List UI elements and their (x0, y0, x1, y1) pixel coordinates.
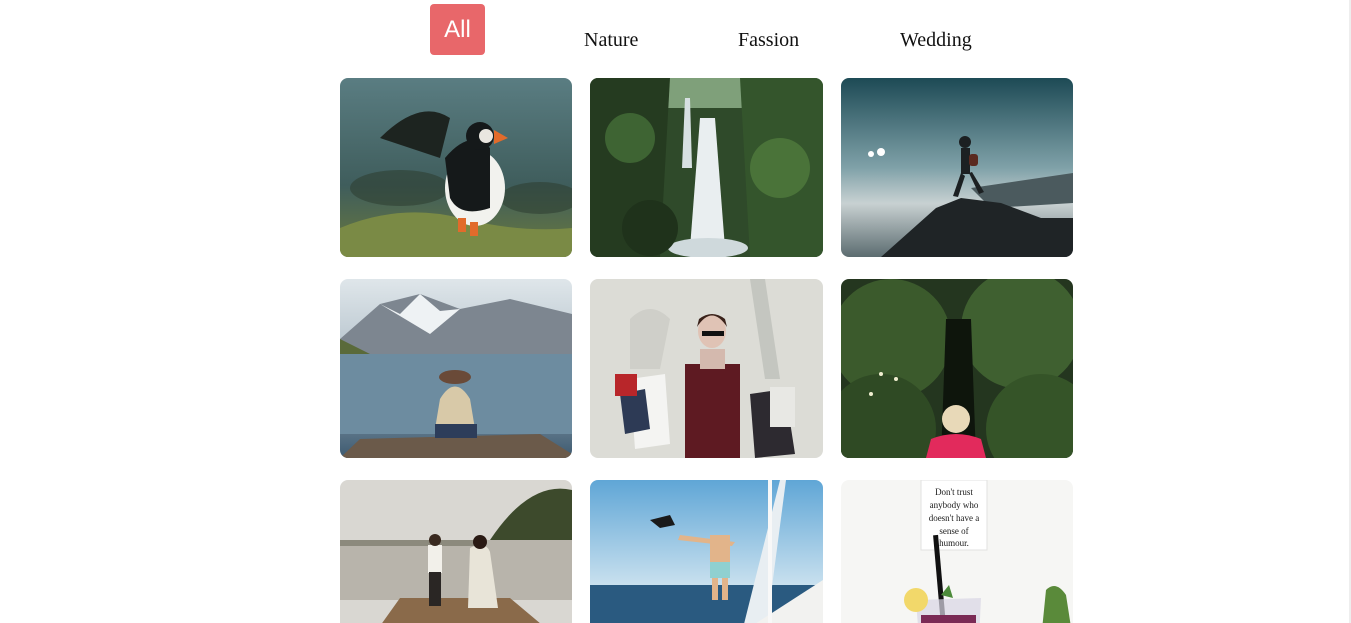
svg-text:sense of: sense of (939, 526, 968, 536)
gallery-image-waterfall[interactable] (590, 78, 823, 257)
svg-text:doesn't have a: doesn't have a (929, 513, 980, 523)
gallery-image-drink-and-sign[interactable]: Don't trust anybody who doesn't have a s… (841, 480, 1073, 623)
gallery-image-couple-on-pier[interactable] (340, 480, 572, 623)
svg-text:anybody who: anybody who (930, 500, 979, 510)
filter-bar: All Nature Fassion Wedding (0, 0, 1351, 70)
gallery-image-shopping-woman[interactable] (590, 279, 823, 458)
gallery-image-hiker-on-rock[interactable] (841, 78, 1073, 257)
gallery-image-child-in-hedge[interactable] (841, 279, 1073, 458)
gallery-image-puffin[interactable] (340, 78, 572, 257)
svg-text:humour.: humour. (939, 538, 969, 548)
gallery-image-woman-by-lake[interactable] (340, 279, 572, 458)
filter-nature-button[interactable]: Nature (584, 29, 638, 52)
filter-wedding-button[interactable]: Wedding (900, 29, 972, 52)
gallery-image-man-on-boat[interactable] (590, 480, 823, 623)
svg-text:Don't trust: Don't trust (935, 487, 973, 497)
filter-fassion-button[interactable]: Fassion (738, 29, 799, 52)
filter-all-button[interactable]: All (430, 4, 485, 55)
